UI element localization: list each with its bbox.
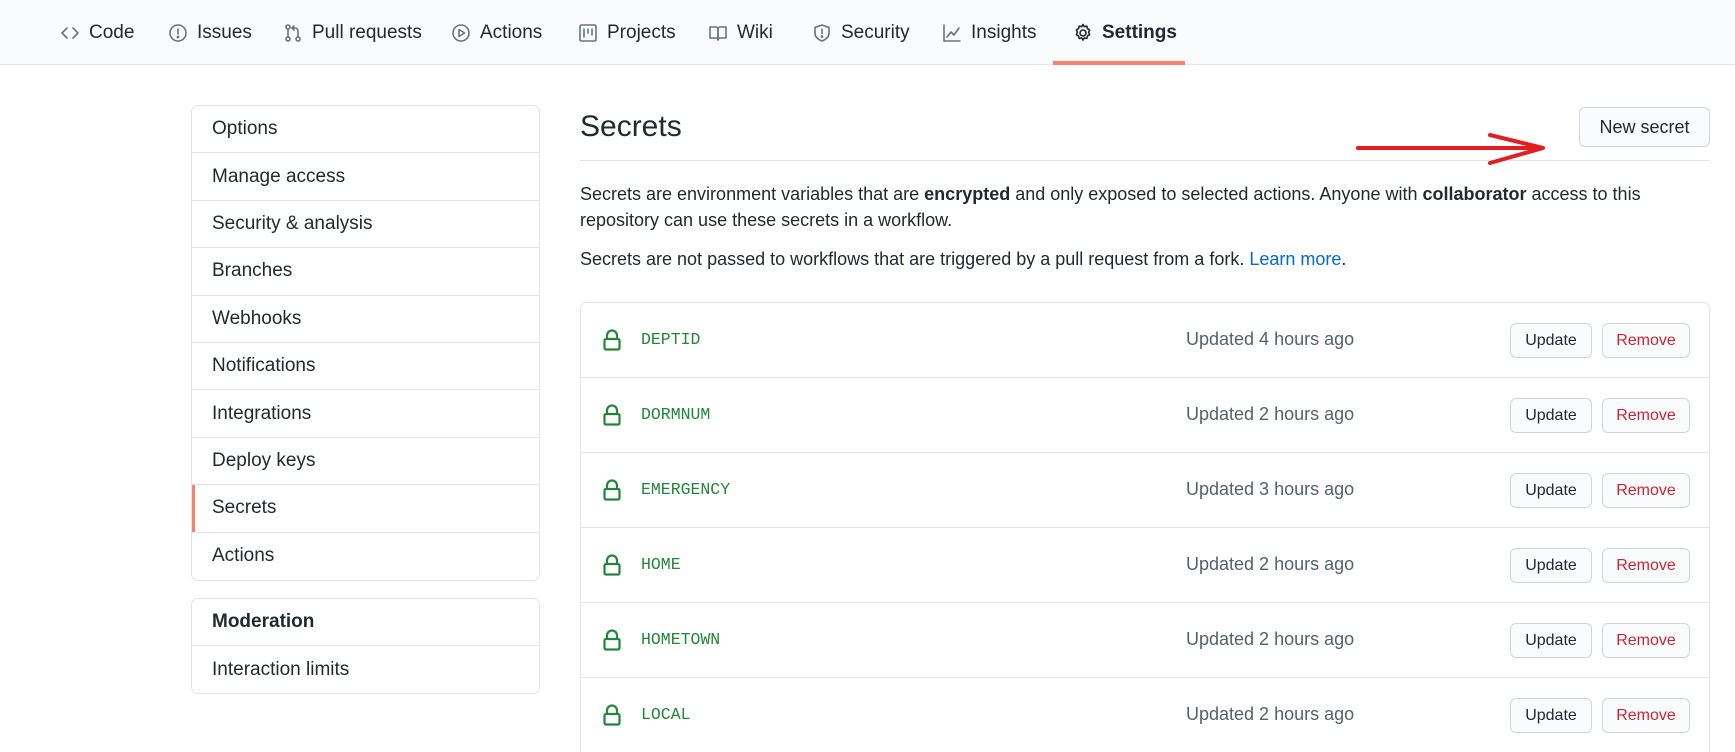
gear-icon [1075, 23, 1091, 41]
secret-row: EMERGENCY Updated 3 hours ago Update Rem… [581, 453, 1709, 528]
sidebar-item-options[interactable]: Options [192, 106, 539, 154]
secret-name: EMERGENCY [641, 480, 731, 499]
tab-label: Pull requests [312, 21, 422, 43]
secret-row: DEPTID Updated 4 hours ago Update Remove [581, 303, 1709, 378]
project-icon [579, 23, 597, 42]
secret-updated: Updated 2 hours ago [1186, 404, 1355, 424]
secret-name: HOMETOWN [641, 630, 721, 649]
secret-row: HOME Updated 2 hours ago Update Remove [581, 528, 1709, 603]
sidebar-item-actions[interactable]: Actions [192, 533, 539, 580]
tab-insights[interactable]: Insights [942, 0, 1036, 65]
update-button[interactable]: Update [1510, 548, 1592, 583]
secret-updated: Updated 2 hours ago [1186, 554, 1355, 574]
update-button[interactable]: Update [1510, 473, 1592, 508]
tab-actions[interactable]: Actions [451, 0, 542, 65]
lock-icon [603, 329, 621, 351]
new-secret-button[interactable]: New secret [1579, 107, 1710, 147]
update-button[interactable]: Update [1510, 698, 1592, 733]
remove-button[interactable]: Remove [1602, 323, 1690, 358]
tab-label: Insights [971, 21, 1037, 43]
remove-button[interactable]: Remove [1602, 548, 1690, 583]
secret-row: HOMETOWN Updated 2 hours ago Update Remo… [581, 603, 1709, 678]
tab-settings[interactable]: Settings [1073, 0, 1177, 65]
lock-icon [603, 404, 621, 426]
remove-button[interactable]: Remove [1602, 623, 1690, 658]
secret-updated: Updated 2 hours ago [1186, 704, 1355, 724]
play-icon [452, 23, 470, 42]
tab-code[interactable]: Code [60, 0, 134, 65]
tab-label: Projects [607, 21, 676, 43]
tab-wiki[interactable]: Wiki [708, 0, 773, 65]
secret-name: DORMNUM [641, 405, 711, 424]
tab-label: Actions [480, 21, 543, 43]
secret-name: HOME [641, 555, 681, 574]
code-icon [61, 26, 79, 39]
tab-label: Issues [197, 21, 252, 43]
sidebar-item-webhooks[interactable]: Webhooks [192, 296, 539, 343]
tab-security[interactable]: Security [812, 0, 910, 65]
sidebar-item-branches[interactable]: Branches [192, 248, 539, 296]
book-icon [709, 25, 727, 41]
settings-menu: Options Manage access Security & analysi… [191, 105, 540, 581]
moderation-menu: Moderation Interaction limits [191, 598, 540, 695]
sidebar-item-security-analysis[interactable]: Security & analysis [192, 201, 539, 249]
lock-icon [603, 554, 621, 576]
update-button[interactable]: Update [1510, 323, 1592, 358]
lock-icon [603, 629, 621, 651]
repo-nav: Code Issues Pull requests Actions Projec… [0, 0, 1735, 65]
secret-name: DEPTID [641, 330, 701, 349]
remove-button[interactable]: Remove [1602, 698, 1690, 733]
tab-label: Security [841, 21, 910, 43]
moderation-heading: Moderation [192, 599, 539, 646]
issue-opened-icon [169, 23, 187, 42]
page-title: Secrets [580, 110, 682, 143]
update-button[interactable]: Update [1510, 398, 1592, 433]
tab-pull-requests[interactable]: Pull requests [283, 0, 422, 65]
sidebar-item-integrations[interactable]: Integrations [192, 390, 539, 438]
tab-label: Wiki [737, 21, 773, 43]
sidebar-item-interaction-limits[interactable]: Interaction limits [192, 646, 539, 693]
update-button[interactable]: Update [1510, 623, 1592, 658]
active-tab-indicator [1053, 61, 1185, 65]
fork-note: Secrets are not passed to workflows that… [580, 249, 1347, 269]
secret-row: DORMNUM Updated 2 hours ago Update Remov… [581, 378, 1709, 453]
tab-label: Code [89, 21, 135, 43]
secret-name: LOCAL [641, 705, 691, 724]
tab-issues[interactable]: Issues [168, 0, 252, 65]
secrets-list: DEPTID Updated 4 hours ago Update Remove… [580, 302, 1710, 752]
tab-projects[interactable]: Projects [578, 0, 676, 65]
tab-label: Settings [1102, 21, 1177, 43]
sidebar-item-deploy-keys[interactable]: Deploy keys [192, 438, 539, 486]
secret-updated: Updated 4 hours ago [1186, 329, 1355, 349]
secrets-description: Secrets are environment variables that a… [580, 184, 1641, 230]
lock-icon [603, 704, 621, 726]
learn-more-link[interactable]: Learn more [1249, 249, 1341, 269]
shield-icon [814, 23, 830, 42]
secret-row: LOCAL Updated 2 hours ago Update Remove [581, 678, 1709, 752]
sidebar-item-manage-access[interactable]: Manage access [192, 153, 539, 201]
graph-icon [943, 23, 961, 42]
sidebar-item-notifications[interactable]: Notifications [192, 343, 539, 391]
lock-icon [603, 479, 621, 501]
secret-updated: Updated 3 hours ago [1186, 479, 1355, 499]
secret-updated: Updated 2 hours ago [1186, 629, 1355, 649]
remove-button[interactable]: Remove [1602, 398, 1690, 433]
annotation-arrow [1356, 133, 1545, 165]
git-pull-request-icon [285, 23, 301, 42]
sidebar-item-secrets[interactable]: Secrets [192, 485, 539, 533]
remove-button[interactable]: Remove [1602, 473, 1690, 508]
